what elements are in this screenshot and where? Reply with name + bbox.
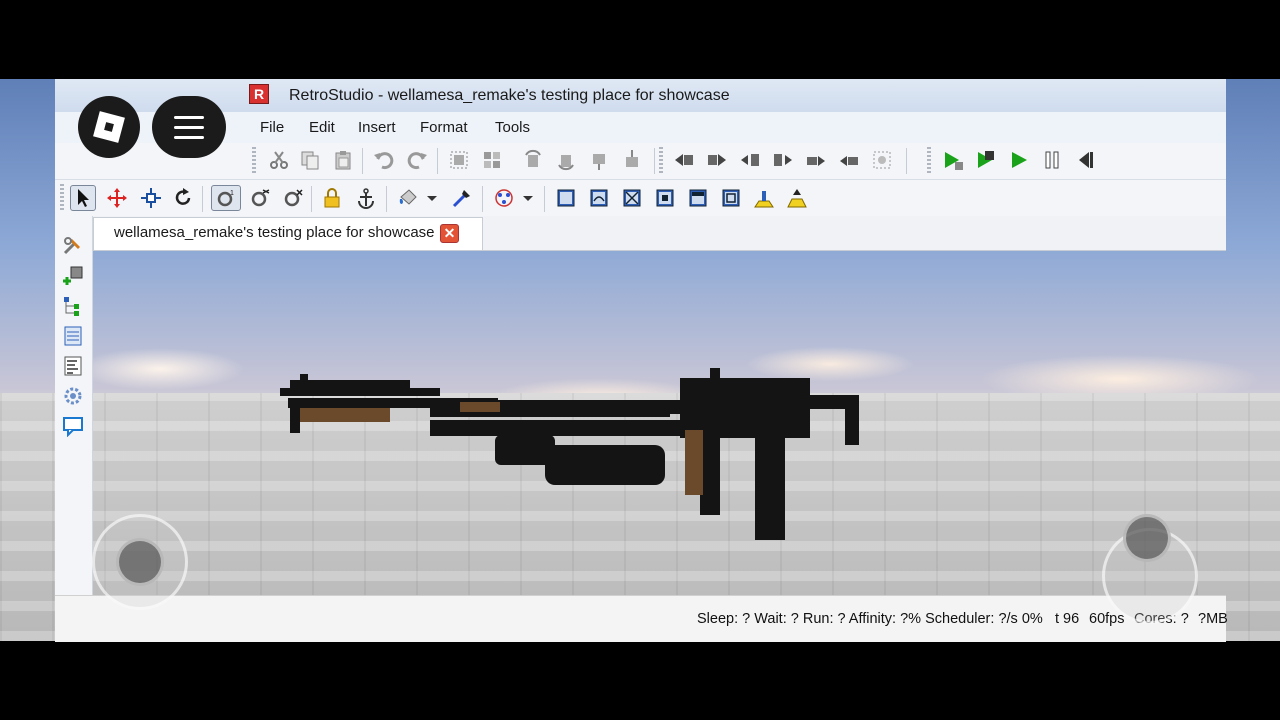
surface-icon[interactable] — [553, 185, 579, 211]
universal-icon[interactable] — [751, 185, 777, 211]
move-forward-icon[interactable] — [704, 147, 730, 173]
rotate-icon[interactable] — [170, 185, 196, 211]
app-logo-icon: R — [249, 84, 269, 104]
menu-edit[interactable]: Edit — [309, 119, 335, 136]
play-solo-icon[interactable] — [973, 147, 999, 173]
stop-icon[interactable] — [1072, 147, 1098, 173]
toolbar-separator — [482, 186, 483, 212]
glue-icon[interactable] — [619, 185, 645, 211]
move-back-icon[interactable] — [671, 147, 697, 173]
tilt-icon[interactable] — [586, 147, 612, 173]
collision-icon[interactable]: 1 — [211, 185, 241, 211]
chevron-down-icon[interactable] — [424, 185, 440, 211]
tilt-down-icon[interactable] — [619, 147, 645, 173]
cut-icon[interactable] — [266, 147, 292, 173]
studs-icon[interactable] — [685, 185, 711, 211]
status-bar — [55, 595, 1226, 642]
chevron-down-icon[interactable] — [520, 185, 536, 211]
menu-bar — [55, 112, 1226, 144]
move-icon[interactable] — [104, 185, 130, 211]
weld-icon[interactable] — [652, 185, 678, 211]
close-icon[interactable]: ✕ — [440, 224, 459, 243]
toolbox-icon[interactable] — [60, 233, 86, 259]
status-t: t 96 — [1055, 611, 1080, 627]
toolbar-separator — [362, 148, 363, 174]
move-right-icon[interactable] — [770, 147, 796, 173]
status-memory: ?MB — [1198, 611, 1228, 627]
scale-icon[interactable] — [138, 185, 164, 211]
joystick-thumb[interactable] — [116, 538, 164, 586]
roblox-logo-icon — [93, 111, 125, 143]
select-icon[interactable] — [70, 185, 96, 211]
redo-icon[interactable] — [404, 147, 430, 173]
inlet-icon[interactable] — [718, 185, 744, 211]
toolbar-grip[interactable] — [659, 147, 663, 175]
jump-button[interactable] — [1123, 514, 1171, 562]
settings-icon[interactable] — [60, 383, 86, 409]
explorer-icon[interactable] — [60, 293, 86, 319]
run-icon[interactable] — [940, 147, 966, 173]
menu-insert[interactable]: Insert — [358, 119, 396, 136]
toolbar-grip[interactable] — [60, 184, 64, 212]
play-icon[interactable] — [1006, 147, 1032, 173]
paste-icon[interactable] — [330, 147, 356, 173]
copy-icon[interactable] — [297, 147, 323, 173]
toolbar-grip[interactable] — [927, 147, 931, 175]
output-icon[interactable] — [60, 353, 86, 379]
move-left-icon[interactable] — [737, 147, 763, 173]
smooth-icon[interactable] — [586, 185, 612, 211]
toolbar-separator — [654, 148, 655, 174]
menu-format[interactable]: Format — [420, 119, 468, 136]
group-icon[interactable] — [446, 147, 472, 173]
rotate-right-icon[interactable] — [553, 147, 579, 173]
material-icon[interactable] — [449, 185, 475, 211]
menu-file[interactable]: File — [260, 119, 284, 136]
undo-icon[interactable] — [371, 147, 397, 173]
hamburger-menu-button[interactable] — [152, 96, 226, 158]
window-title: RetroStudio - wellamesa_remake's testing… — [289, 87, 730, 104]
hamburger-icon — [174, 115, 204, 119]
move-up-icon[interactable] — [803, 147, 829, 173]
properties-icon[interactable] — [60, 323, 86, 349]
toolbar-grip[interactable] — [252, 147, 256, 175]
scene-weapons[interactable] — [270, 360, 870, 550]
tab-place-label: wellamesa_remake's testing place for sho… — [114, 224, 435, 241]
toolbar-separator — [386, 186, 387, 212]
svg-text:1: 1 — [230, 190, 234, 197]
drop-icon[interactable] — [869, 147, 895, 173]
toolbar-separator — [544, 186, 545, 212]
toolbar-separator — [311, 186, 312, 212]
paint-icon[interactable] — [395, 185, 421, 211]
insert-object-icon[interactable] — [60, 263, 86, 289]
lock-icon[interactable] — [319, 185, 345, 211]
status-scheduler: Sleep: ? Wait: ? Run: ? Affinity: ?% Sch… — [697, 611, 1043, 627]
toolbar-separator — [437, 148, 438, 174]
rotate-left-icon[interactable] — [520, 147, 546, 173]
ungroup-icon[interactable] — [479, 147, 505, 173]
pause-icon[interactable] — [1039, 147, 1065, 173]
chat-icon[interactable] — [60, 413, 86, 439]
grid-icon[interactable] — [491, 185, 517, 211]
roblox-menu-button[interactable] — [78, 96, 140, 158]
toolbar-separator — [202, 186, 203, 212]
toolbar-separator — [906, 148, 907, 174]
move-down-icon[interactable] — [836, 147, 862, 173]
unjoin-icon[interactable] — [280, 185, 306, 211]
hinge-icon[interactable] — [784, 185, 810, 211]
anchor-icon[interactable] — [353, 185, 379, 211]
menu-tools[interactable]: Tools — [495, 119, 530, 136]
join-icon[interactable] — [247, 185, 273, 211]
